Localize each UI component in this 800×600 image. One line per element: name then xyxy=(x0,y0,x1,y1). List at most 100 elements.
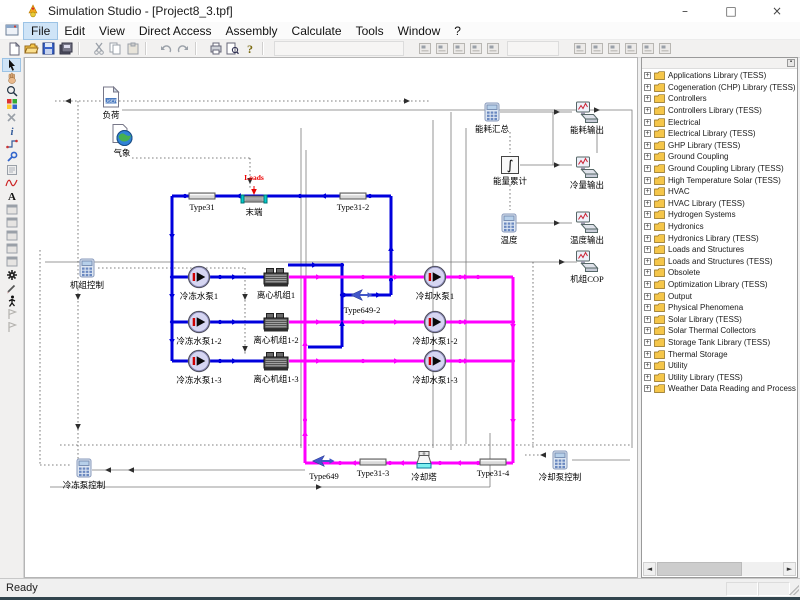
tool-connections-icon[interactable] xyxy=(3,138,20,150)
expand-plus-icon[interactable]: + xyxy=(644,72,651,79)
minimize-button[interactable]: – xyxy=(662,0,708,22)
tool-output-window-1-icon[interactable] xyxy=(3,203,20,215)
scrollbar-thumb[interactable] xyxy=(657,562,742,576)
expand-plus-icon[interactable]: + xyxy=(644,200,651,207)
tree-item-electrical[interactable]: +Electrical xyxy=(644,116,796,128)
tool-plot-icon[interactable] xyxy=(3,177,20,189)
tool-text-icon[interactable]: A xyxy=(3,190,20,202)
scroll-right-icon[interactable]: ► xyxy=(783,562,796,576)
tree-item-utility[interactable]: +Utility xyxy=(644,360,796,372)
toolbar-icon-arrange-icons[interactable] xyxy=(622,41,639,56)
menu-tools[interactable]: Tools xyxy=(349,23,391,39)
expand-plus-icon[interactable]: + xyxy=(644,235,651,242)
expand-plus-icon[interactable]: + xyxy=(644,293,651,300)
toolbar-icon-print[interactable] xyxy=(207,41,224,56)
menu-window[interactable]: Window xyxy=(391,23,448,39)
tree-item-storage-tank-library-tess[interactable]: +Storage Tank Library (TESS) xyxy=(644,337,796,349)
expand-plus-icon[interactable]: + xyxy=(644,281,651,288)
tree-item-optimization-library-tess[interactable]: +Optimization Library (TESS) xyxy=(644,279,796,291)
tree-item-controllers-library-tess[interactable]: +Controllers Library (TESS) xyxy=(644,105,796,117)
toolbar-icon-fit-all[interactable] xyxy=(484,41,501,56)
tree-item-thermal-storage[interactable]: +Thermal Storage xyxy=(644,348,796,360)
toolbar-icon-fit-horizontal[interactable] xyxy=(416,41,433,56)
expand-plus-icon[interactable]: + xyxy=(644,269,651,276)
tool-select-cursor-icon[interactable] xyxy=(3,59,20,71)
tree-item-weather-data-reading-and-process[interactable]: +Weather Data Reading and Process xyxy=(644,383,796,395)
toolbar-icon-fit-selection[interactable] xyxy=(467,41,484,56)
tree-item-output[interactable]: +Output xyxy=(644,290,796,302)
expand-plus-icon[interactable]: + xyxy=(644,246,651,253)
expand-plus-icon[interactable]: + xyxy=(644,258,651,265)
toolbar-icon-copy[interactable] xyxy=(107,41,124,56)
tree-item-ground-coupling[interactable]: +Ground Coupling xyxy=(644,151,796,163)
tree-item-solar-thermal-collectors[interactable]: +Solar Thermal Collectors xyxy=(644,325,796,337)
menu-calculate[interactable]: Calculate xyxy=(285,23,349,39)
menu-?[interactable]: ? xyxy=(447,23,468,39)
tree-item-hydronics-library-tess[interactable]: +Hydronics Library (TESS) xyxy=(644,232,796,244)
tree-item-loads-and-structures-tess[interactable]: +Loads and Structures (TESS) xyxy=(644,256,796,268)
close-button[interactable]: × xyxy=(754,0,800,22)
expand-plus-icon[interactable]: + xyxy=(644,339,651,346)
expand-plus-icon[interactable]: + xyxy=(644,142,651,149)
tool-pan-hand-icon[interactable] xyxy=(3,72,20,84)
expand-plus-icon[interactable]: + xyxy=(644,153,651,160)
toolbar-icon-redo[interactable] xyxy=(174,41,191,56)
expand-plus-icon[interactable]: + xyxy=(644,385,651,392)
toolbar-icon-fit-window[interactable] xyxy=(450,41,467,56)
toolbar-icon-help[interactable]: ? xyxy=(241,41,258,56)
menu-edit[interactable]: Edit xyxy=(57,23,92,39)
resize-grip[interactable] xyxy=(789,585,799,595)
tree-item-obsolete[interactable]: +Obsolete xyxy=(644,267,796,279)
tree-item-solar-library-tess[interactable]: +Solar Library (TESS) xyxy=(644,313,796,325)
expand-plus-icon[interactable]: + xyxy=(644,95,651,102)
panel-close-icon[interactable]: ▪ xyxy=(787,59,795,67)
expand-plus-icon[interactable]: + xyxy=(644,165,651,172)
toolbar-icon-save-all[interactable] xyxy=(57,41,74,56)
expand-plus-icon[interactable]: + xyxy=(644,177,651,184)
expand-plus-icon[interactable]: + xyxy=(644,362,651,369)
tool-assembly-panel-icon[interactable] xyxy=(3,164,20,176)
tree-item-hvac[interactable]: +HVAC xyxy=(644,186,796,198)
expand-plus-icon[interactable]: + xyxy=(644,374,651,381)
toolbar-icon-paste[interactable] xyxy=(124,41,141,56)
toolbar-icon-open[interactable] xyxy=(23,41,40,56)
expand-plus-icon[interactable]: + xyxy=(644,130,651,137)
toolbar-icon-undo[interactable] xyxy=(157,41,174,56)
tool-parameters-icon[interactable] xyxy=(3,151,20,163)
tree-item-hvac-library-tess[interactable]: +HVAC Library (TESS) xyxy=(644,198,796,210)
tool-output-window-2-icon[interactable] xyxy=(3,216,20,228)
menu-direct-access[interactable]: Direct Access xyxy=(132,23,219,39)
maximize-button[interactable]: □ xyxy=(708,0,754,22)
tool-settings-gear-icon[interactable] xyxy=(3,269,20,281)
tool-output-window-4-icon[interactable] xyxy=(3,242,20,254)
menu-assembly[interactable]: Assembly xyxy=(219,23,285,39)
tree-item-high-temperature-solar-tess[interactable]: +High Temperature Solar (TESS) xyxy=(644,174,796,186)
toolbar-icon-print-preview[interactable] xyxy=(224,41,241,56)
tree-item-ground-coupling-library-tess[interactable]: +Ground Coupling Library (TESS) xyxy=(644,163,796,175)
expand-plus-icon[interactable]: + xyxy=(644,119,651,126)
toolbar-icon-tile-vertical[interactable] xyxy=(605,41,622,56)
tree-item-electrical-library-tess[interactable]: +Electrical Library (TESS) xyxy=(644,128,796,140)
tool-run-simulation-icon[interactable] xyxy=(3,295,20,307)
expand-plus-icon[interactable]: + xyxy=(644,188,651,195)
tree-item-hydronics[interactable]: +Hydronics xyxy=(644,221,796,233)
tree-item-ghp-library-tess[interactable]: +GHP Library (TESS) xyxy=(644,140,796,152)
tool-output-window-5-icon[interactable] xyxy=(3,256,20,268)
menu-file[interactable]: File xyxy=(24,23,57,39)
scroll-left-icon[interactable]: ◄ xyxy=(643,562,656,576)
expand-plus-icon[interactable]: + xyxy=(644,351,651,358)
tree-item-applications-library-tess[interactable]: +Applications Library (TESS) xyxy=(644,70,796,82)
tree-item-physical-phenomena[interactable]: +Physical Phenomena xyxy=(644,302,796,314)
tool-info-icon[interactable]: i xyxy=(3,125,20,137)
tool-direct-access-icon[interactable] xyxy=(3,98,20,110)
tool-run-flag-2-icon[interactable] xyxy=(3,321,20,333)
tool-run-flag-1-icon[interactable] xyxy=(3,308,20,320)
expand-plus-icon[interactable]: + xyxy=(644,223,651,230)
expand-plus-icon[interactable]: + xyxy=(644,304,651,311)
toolbar-icon-close-window[interactable] xyxy=(656,41,673,56)
expand-plus-icon[interactable]: + xyxy=(644,107,651,114)
tool-output-window-3-icon[interactable] xyxy=(3,229,20,241)
expand-plus-icon[interactable]: + xyxy=(644,327,651,334)
tree-item-utility-library-tess[interactable]: +Utility Library (TESS) xyxy=(644,371,796,383)
expand-plus-icon[interactable]: + xyxy=(644,211,651,218)
